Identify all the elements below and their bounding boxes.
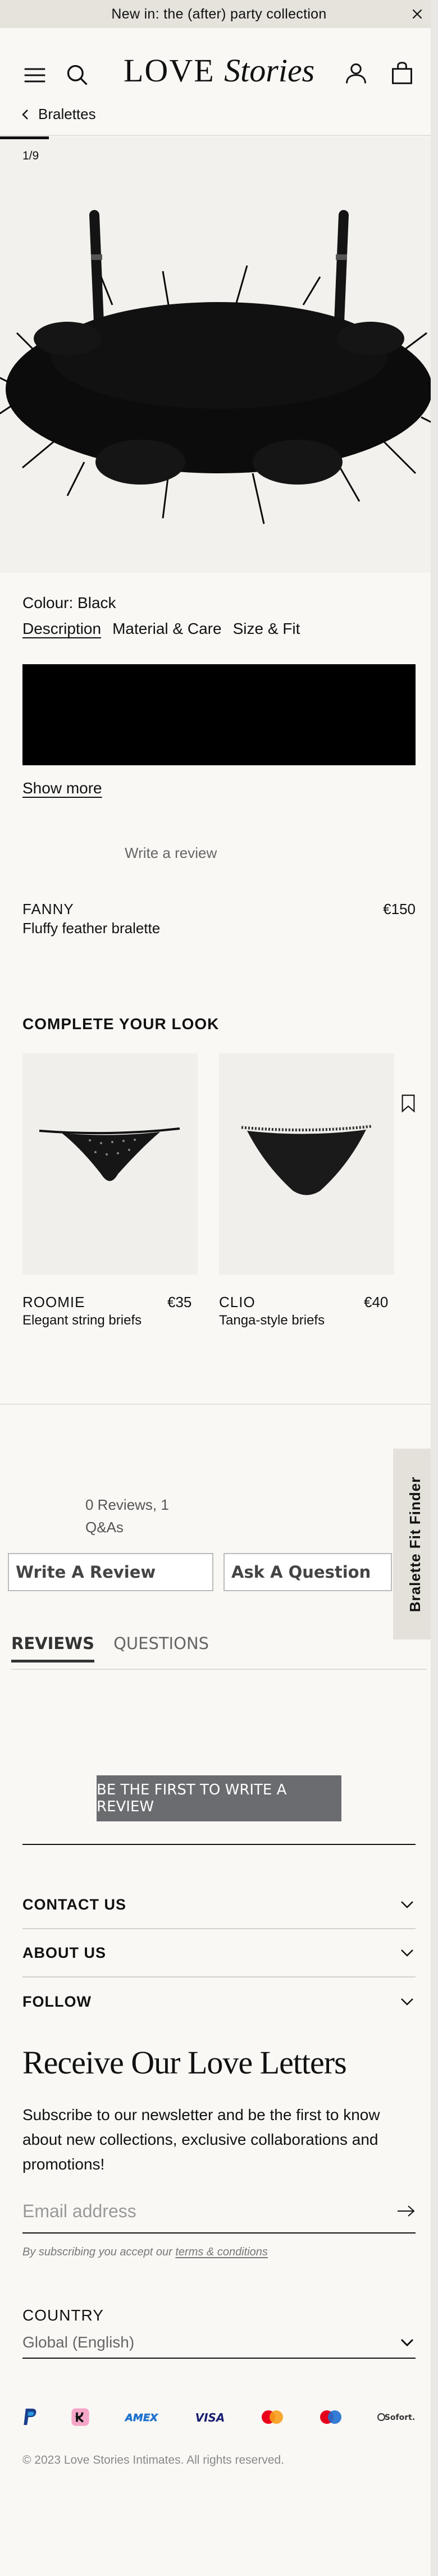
- terms-prefix: By subscribing you accept our: [22, 2246, 176, 2258]
- divider: [11, 1669, 427, 1670]
- look-item-name: CLIO: [219, 1294, 256, 1310]
- accordion-contact-us[interactable]: CONTACT US: [22, 1881, 416, 1929]
- paypal-icon: [24, 2408, 36, 2425]
- review-count: 0 Reviews, 1: [85, 1496, 169, 1513]
- chevron-down-icon: [401, 1998, 413, 2006]
- tab-material-care[interactable]: Material & Care: [112, 620, 222, 638]
- country-value: Global (English): [22, 2333, 135, 2351]
- mastercard-icon: [261, 2410, 283, 2424]
- country-select[interactable]: Global (English): [22, 2327, 416, 2359]
- look-item-desc: Elegant string briefs: [22, 1313, 142, 1328]
- colour-label: Colour: Black: [22, 594, 116, 611]
- accordion-label: FOLLOW: [22, 1993, 92, 2010]
- first-review-button[interactable]: BE THE FIRST TO WRITE A REVIEW: [97, 1775, 341, 1821]
- sofort-icon: Sofort.: [377, 2413, 415, 2422]
- sofort-text: Sofort.: [385, 2413, 415, 2422]
- look-item-name: ROOMIE: [22, 1294, 85, 1310]
- logo-script: Stories: [224, 52, 315, 89]
- product-subtitle: Fluffy feather bralette: [22, 920, 161, 937]
- announcement-bar[interactable]: New in: the (after) party collection: [0, 0, 438, 28]
- write-review-link[interactable]: Write a review: [125, 844, 217, 862]
- product-image: [241, 1125, 372, 1195]
- product-image: [39, 1127, 180, 1181]
- menu-icon[interactable]: [22, 63, 47, 88]
- breadcrumb[interactable]: Bralettes: [21, 106, 96, 123]
- accordion-label: ABOUT US: [22, 1944, 106, 1961]
- description-panel: [22, 664, 416, 765]
- amex-text: AMEX: [124, 2412, 158, 2424]
- visa-text: VISA: [195, 2411, 225, 2424]
- account-icon[interactable]: [344, 61, 368, 85]
- logo[interactable]: LOVE Stories: [124, 52, 314, 91]
- newsletter-title: Receive Our Love Letters: [22, 2044, 347, 2081]
- bag-icon[interactable]: [390, 61, 414, 85]
- chevron-down-icon: [401, 1949, 413, 1957]
- country-label: COUNTRY: [22, 2306, 104, 2324]
- review-tabs: REVIEWS QUESTIONS: [11, 1634, 209, 1662]
- divider: [0, 135, 438, 136]
- newsletter-text: Subscribe to our newsletter and be the f…: [22, 2106, 380, 2173]
- look-item-price: €40: [364, 1294, 389, 1310]
- look-card-clio[interactable]: [219, 1053, 394, 1275]
- product-price: €150: [383, 901, 416, 917]
- accordion-follow[interactable]: FOLLOW: [22, 1977, 416, 2026]
- tab-reviews[interactable]: REVIEWS: [11, 1634, 95, 1662]
- email-field[interactable]: Email address: [22, 2190, 416, 2234]
- product-gallery[interactable]: [0, 136, 438, 573]
- search-icon[interactable]: [65, 63, 90, 88]
- chevron-down-icon: [400, 2339, 414, 2347]
- amex-icon: AMEX: [124, 2412, 159, 2424]
- ask-question-button[interactable]: Ask A Question: [223, 1553, 392, 1591]
- product-name: FANNY: [22, 901, 74, 917]
- product-tabs: Description Material & Care Size & Fit: [22, 620, 300, 638]
- accordion-about-us[interactable]: ABOUT US: [22, 1929, 416, 1977]
- tab-questions[interactable]: QUESTIONS: [113, 1634, 209, 1662]
- visa-icon: VISA: [195, 2411, 225, 2424]
- accordion-label: CONTACT US: [22, 1896, 126, 1913]
- chevron-left-icon: [22, 109, 28, 120]
- product-image: [0, 136, 438, 573]
- terms-note: By subscribing you accept our terms & co…: [22, 2246, 268, 2259]
- look-item-desc: Tanga-style briefs: [219, 1313, 325, 1328]
- look-card-roomie[interactable]: [22, 1053, 198, 1275]
- breadcrumb-label: Bralettes: [38, 106, 96, 122]
- tab-description[interactable]: Description: [22, 620, 101, 638]
- write-review-button[interactable]: Write A Review: [8, 1553, 213, 1591]
- section-title: COMPLETE YOUR LOOK: [22, 1015, 220, 1033]
- maestro-icon: [320, 2410, 342, 2424]
- logo-main: LOVE: [124, 52, 215, 89]
- fit-finder-label: Bralette Fit Finder: [407, 1476, 424, 1612]
- payment-methods: AMEX VISA Sofort.: [22, 2404, 416, 2430]
- divider: [0, 1404, 438, 1405]
- divider: [22, 1844, 416, 1845]
- arrow-right-icon[interactable]: [396, 2204, 416, 2218]
- qa-count: Q&As: [85, 1519, 124, 1536]
- site-header: LOVE Stories: [0, 28, 438, 90]
- tab-size-fit[interactable]: Size & Fit: [233, 620, 300, 638]
- review-summary: 0 Reviews, 1 Q&As: [85, 1493, 169, 1538]
- chevron-down-icon: [401, 1901, 413, 1908]
- announcement-text: New in: the (after) party collection: [111, 6, 327, 22]
- gallery-progress: [0, 136, 49, 139]
- copyright: © 2023 Love Stories Intimates. All right…: [22, 2454, 285, 2467]
- gallery-counter: 1/9: [22, 149, 39, 162]
- scrollbar[interactable]: [431, 0, 438, 2576]
- email-placeholder: Email address: [22, 2200, 136, 2221]
- show-more-link[interactable]: Show more: [22, 779, 102, 797]
- klarna-icon: [71, 2408, 89, 2426]
- close-icon[interactable]: [410, 7, 425, 21]
- terms-link[interactable]: terms & conditions: [175, 2246, 268, 2258]
- look-item-price: €35: [167, 1294, 192, 1310]
- bookmark-icon[interactable]: [401, 1094, 416, 1113]
